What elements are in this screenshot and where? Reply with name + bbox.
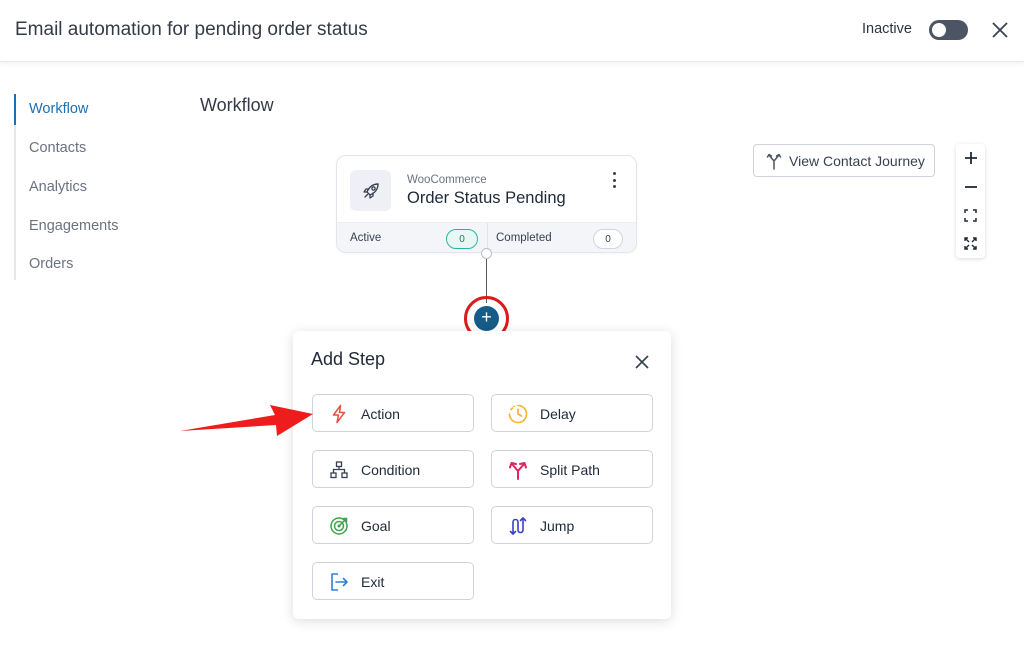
sidebar-item-contacts[interactable]: Contacts (29, 140, 86, 156)
step-split-path-button[interactable]: Split Path (491, 450, 653, 488)
trigger-icon-box (350, 170, 391, 211)
status-label: Inactive (862, 21, 912, 37)
connector-handle[interactable] (481, 248, 492, 259)
fullscreen-icon (964, 236, 977, 250)
trigger-name: Order Status Pending (407, 189, 566, 207)
step-action-button[interactable]: Action (312, 394, 474, 432)
more-options-icon[interactable] (607, 170, 621, 190)
target-icon (330, 517, 348, 535)
step-goal-label: Goal (361, 518, 391, 534)
fullscreen-button[interactable] (956, 229, 985, 257)
jump-icon (509, 517, 527, 535)
fit-view-button[interactable] (956, 201, 985, 229)
sidebar-item-analytics[interactable]: Analytics (29, 179, 87, 195)
section-title: Workflow (200, 95, 274, 115)
rocket-icon (362, 182, 379, 199)
step-jump-button[interactable]: Jump (491, 506, 653, 544)
step-goal-button[interactable]: Goal (312, 506, 474, 544)
trigger-card[interactable]: WooCommerce Order Status Pending Active … (336, 155, 637, 253)
active-count-badge: 0 (446, 229, 478, 249)
clock-icon (508, 404, 528, 424)
sidebar-item-engagements[interactable]: Engagements (29, 218, 118, 234)
sidebar-item-workflow[interactable]: Workflow (29, 101, 88, 117)
top-bar: Email automation for pending order statu… (0, 0, 1024, 62)
active-toggle[interactable] (929, 20, 968, 40)
step-delay-label: Delay (540, 406, 576, 422)
step-jump-label: Jump (540, 518, 575, 534)
completed-label: Completed (496, 232, 552, 244)
view-contact-journey-label: View Contact Journey (789, 153, 925, 169)
active-indicator (14, 94, 16, 125)
add-step-popup: Add Step Action Delay Condition Split Pa… (293, 331, 671, 619)
fit-view-icon (964, 208, 977, 222)
step-exit-label: Exit (361, 574, 385, 590)
zoom-in-button[interactable] (956, 144, 985, 172)
lightning-icon (332, 404, 346, 424)
step-split-path-label: Split Path (540, 462, 600, 478)
automation-title: Email automation for pending order statu… (15, 19, 368, 40)
step-exit-button[interactable]: Exit (312, 562, 474, 600)
exit-icon (331, 573, 348, 591)
close-icon[interactable] (990, 20, 1010, 40)
zoom-out-button[interactable] (956, 173, 985, 201)
step-condition-label: Condition (361, 462, 421, 478)
pointer-arrow-icon (180, 405, 313, 436)
hierarchy-icon (330, 461, 348, 479)
add-step-title: Add Step (311, 349, 386, 369)
completed-count-badge: 0 (593, 229, 623, 249)
add-step-button[interactable]: + (474, 306, 499, 331)
split-arrows-icon (509, 462, 527, 480)
branch-icon (766, 153, 782, 170)
step-action-label: Action (361, 406, 400, 422)
sidebar-nav: Workflow Contacts Analytics Engagements … (14, 94, 174, 280)
plus-icon (964, 152, 977, 164)
trigger-source: WooCommerce (407, 174, 487, 186)
toggle-knob (932, 23, 946, 37)
close-icon[interactable] (634, 354, 650, 370)
zoom-controls (956, 144, 985, 258)
active-label: Active (350, 232, 382, 244)
view-contact-journey-button[interactable]: View Contact Journey (753, 144, 935, 177)
step-delay-button[interactable]: Delay (491, 394, 653, 432)
step-condition-button[interactable]: Condition (312, 450, 474, 488)
minus-icon (964, 186, 977, 188)
sidebar-item-orders[interactable]: Orders (29, 256, 73, 272)
